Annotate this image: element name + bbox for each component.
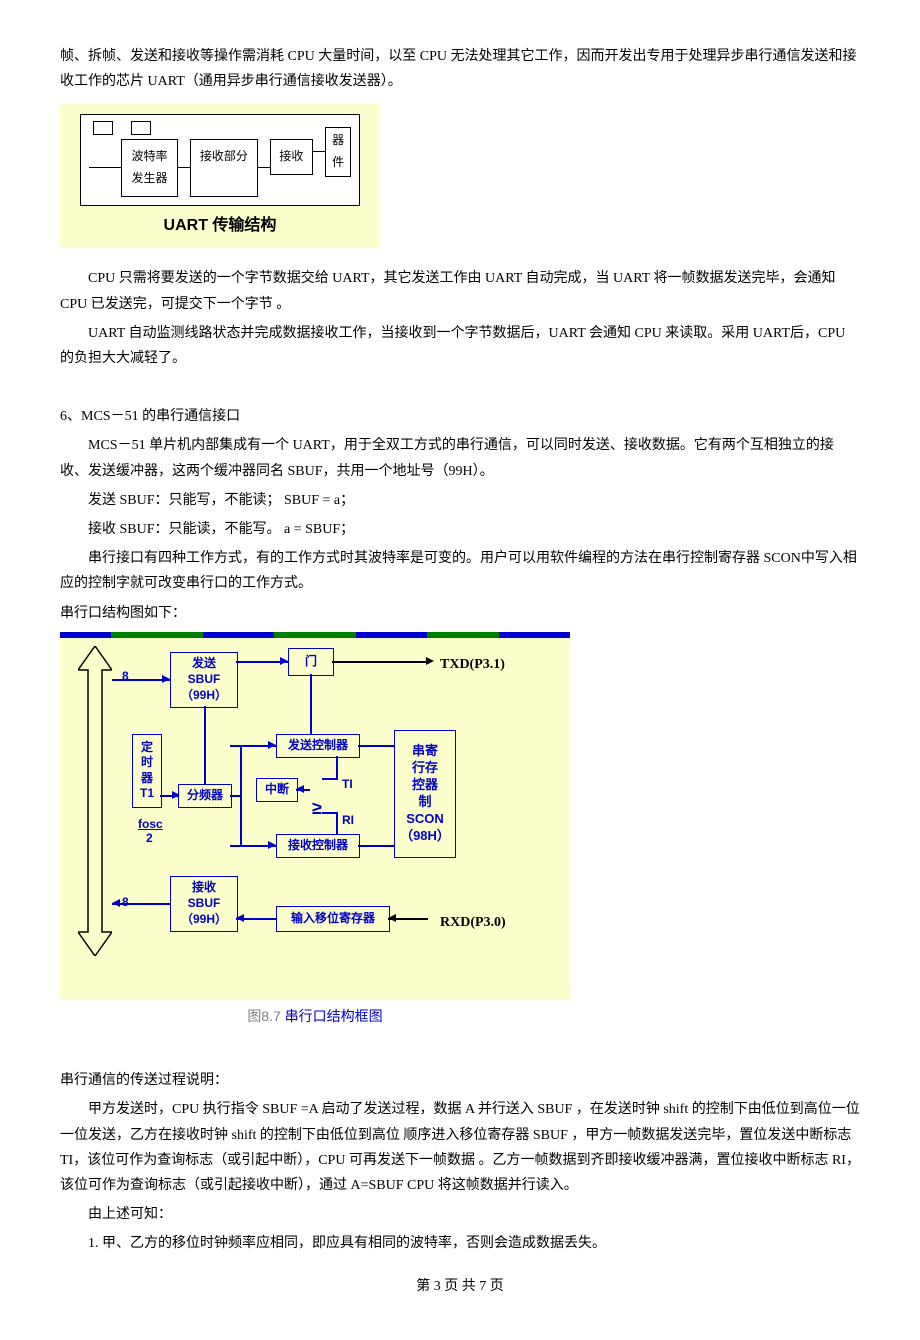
receive-box: 接收 [270, 139, 314, 175]
interrupt-box: 中断 [256, 778, 298, 802]
txd-label: TXD(P3.1) [440, 652, 505, 677]
section-6-p1: MCS－51 单片机内部集成有一个 UART，用于全双工方式的串行通信，可以同时… [60, 433, 860, 483]
paragraph-intro: 帧、拆帧、发送和接收等操作需消耗 CPU 大量时间，以至 CPU 无法处理其它工… [60, 44, 860, 94]
page-footer: 第 3 页 共 7 页 [60, 1274, 860, 1299]
transmission-title: 串行通信的传送过程说明： [60, 1068, 860, 1093]
uart-top-slot [93, 121, 113, 135]
baud-generator-box: 波特率 发生器 [121, 139, 179, 196]
fosc-2-label: 2 [146, 828, 153, 850]
gate-box: 门 [288, 648, 334, 676]
scon-box: 串寄 行存 控器 制 SCON （98H） [394, 730, 456, 858]
bus-arrow-icon [78, 646, 112, 956]
figure1-caption: UART 传输结构 [80, 212, 360, 241]
rxd-label: RXD(P3.0) [440, 910, 506, 935]
transmission-p2: 由上述可知： [60, 1202, 860, 1227]
paragraph-cpu-send: CPU 只需将要发送的一个字节数据交给 UART，其它发送工作由 UART 自动… [60, 266, 860, 316]
section-6-title: 6、MCS－51 的串行通信接口 [60, 404, 860, 429]
send-controller-box: 发送控制器 [276, 734, 360, 758]
section-6-p4: 串行接口有四种工作方式，有的工作方式时其波特率是可变的。用户可以用软件编程的方法… [60, 546, 860, 596]
transmission-li1: 1. 甲、乙方的移位时钟频率应相同，即应具有相同的波特率，否则会造成数据丢失。 [60, 1231, 860, 1256]
divider-box: 分频器 [178, 784, 232, 808]
figure2-caption: 图8.7 串行口结构框图 [60, 1004, 570, 1029]
ri-label: RI [342, 810, 354, 832]
recv-controller-box: 接收控制器 [276, 834, 360, 858]
receive-part-box: 接收部分 [190, 139, 257, 196]
ge-symbol: ≥ [312, 792, 322, 824]
figure-serial-port-structure: 8 8 发送 SBUF （99H） 门 TXD(P3.1) 定 时 器 T1 分… [60, 632, 570, 1029]
section-6-p2: 发送 SBUF：只能写，不能读； SBUF = a； [60, 488, 860, 513]
bus-width-8-top: 8 [122, 666, 129, 688]
device-box: 器件 [325, 127, 351, 176]
shift-register-box: 输入移位寄存器 [276, 906, 390, 932]
ti-label: TI [342, 774, 353, 796]
uart-top-slot [131, 121, 151, 135]
transmission-p1: 甲方发送时，CPU 执行指令 SBUF =A 启动了发送过程，数据 A 并行送入… [60, 1097, 860, 1198]
figure-uart-structure: 波特率 发生器 接收部分 接收 器件 UART 传输结构 [60, 104, 380, 248]
send-sbuf-box: 发送 SBUF （99H） [170, 652, 238, 708]
section-6-p3: 接收 SBUF：只能读，不能写。 a = SBUF； [60, 517, 860, 542]
recv-sbuf-box: 接收 SBUF （99H） [170, 876, 238, 932]
section-6-p5: 串行口结构图如下： [60, 601, 860, 626]
paragraph-uart-recv: UART 自动监测线路状态并完成数据接收工作，当接收到一个字节数据后，UART … [60, 321, 860, 371]
timer-t1-box: 定 时 器 T1 [132, 734, 162, 808]
